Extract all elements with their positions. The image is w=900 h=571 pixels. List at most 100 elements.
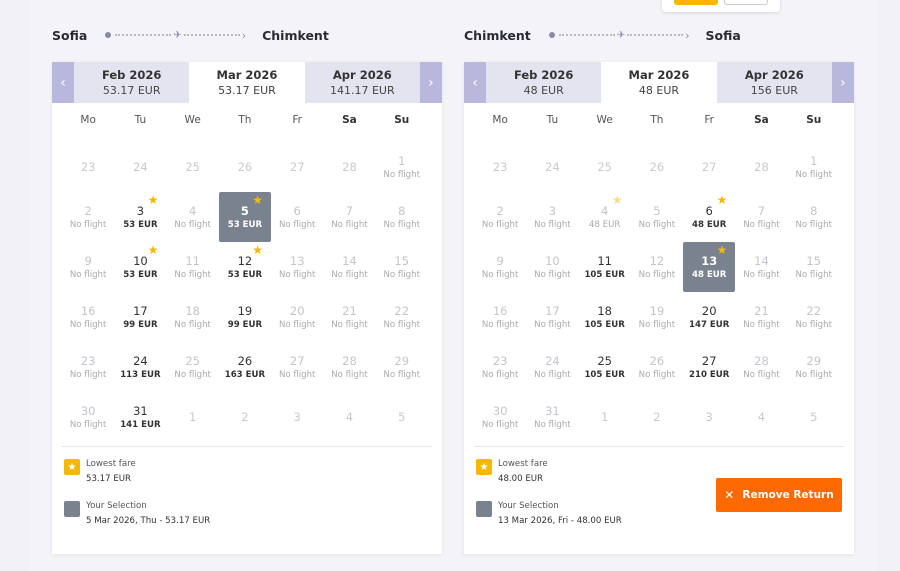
plane-icon: ✈ (173, 29, 182, 41)
day-number: 27 (289, 159, 305, 174)
return-destination: Sofia (705, 27, 741, 43)
day-cell[interactable]: 18 105 EUR (579, 292, 631, 342)
day-cell[interactable]: 17 99 EUR (114, 292, 166, 342)
day-cell: 3 (271, 392, 323, 442)
route-start-dot-icon (548, 32, 555, 38)
day-cell[interactable]: 10 53 EUR ★ (114, 242, 166, 292)
day-fare: No flight (534, 419, 571, 430)
day-cell[interactable]: 24 113 EUR (114, 342, 166, 392)
day-number: 31 (133, 403, 148, 418)
day-fare: No flight (534, 319, 571, 330)
route-start-dot-icon (105, 32, 112, 38)
day-fare: No flight (795, 369, 832, 380)
remove-return-button[interactable]: ✕ Remove Return (716, 478, 842, 512)
month-tab-feb[interactable]: Feb 2026 48 EUR (486, 62, 602, 103)
route-dotted-line (115, 34, 172, 36)
return-calendar: ‹ Feb 2026 48 EUR Mar 2026 48 EUR Apr 20… (464, 62, 854, 554)
day-fare: No flight (383, 219, 420, 230)
star-icon: ★ (476, 459, 492, 475)
day-cell: 25 (167, 142, 219, 192)
day-cell: 28 No flight (735, 342, 787, 392)
top-toggle-group (662, 0, 780, 12)
month-tab-feb[interactable]: Feb 2026 53.17 EUR (74, 62, 190, 103)
day-number: 28 (342, 159, 357, 174)
day-number: 1 (601, 409, 609, 424)
day-number: 6 (705, 203, 713, 218)
day-cell: 15 No flight (376, 242, 428, 292)
day-fare: 141 EUR (120, 419, 161, 430)
day-cell[interactable]: 20 147 EUR (683, 292, 735, 342)
outbound-calendar: ‹ Feb 2026 53.17 EUR Mar 2026 53.17 EUR … (52, 62, 442, 554)
day-cell: 22 No flight (788, 292, 840, 342)
day-cell: 13 No flight (271, 242, 323, 292)
day-fare: No flight (174, 319, 211, 330)
day-cell[interactable]: 19 99 EUR (219, 292, 271, 342)
month-price: 141.17 EUR (330, 83, 395, 97)
selected-day-cell[interactable]: 13 48 EUR ★ (683, 242, 736, 292)
day-fare: 99 EUR (123, 319, 158, 330)
day-number: 8 (398, 203, 406, 218)
day-number: 2 (653, 409, 661, 424)
day-cell[interactable]: 4 48 EUR ★ (579, 192, 631, 242)
outbound-destination: Chimkent (262, 27, 329, 43)
day-cell: 27 (683, 142, 735, 192)
day-fare: No flight (174, 369, 211, 380)
month-price: 156 EUR (750, 83, 798, 97)
day-cell[interactable]: 3 53 EUR ★ (114, 192, 166, 242)
day-number: 28 (342, 353, 357, 368)
day-number: 25 (185, 353, 200, 368)
prev-month-button[interactable]: ‹ (52, 62, 74, 103)
day-cell: 24 (526, 142, 578, 192)
day-cell: 28 (735, 142, 787, 192)
toggle-option-active[interactable] (674, 0, 718, 5)
day-cell: 24 (114, 142, 166, 192)
day-number: 1 (189, 409, 197, 424)
day-number: 13 (289, 253, 305, 268)
route-dotted-line (558, 34, 615, 36)
weekday-label: Tu (134, 114, 147, 126)
day-cell[interactable]: 11 105 EUR (579, 242, 631, 292)
day-cell[interactable]: 27 210 EUR (683, 342, 735, 392)
day-fare: No flight (69, 269, 107, 280)
selection-swatch-icon (476, 501, 492, 517)
prev-month-button[interactable]: ‹ (464, 62, 486, 103)
toggle-option-inactive[interactable] (724, 0, 768, 5)
legend-title: Your Selection (498, 501, 559, 511)
day-number: 24 (133, 159, 148, 174)
weekday-label: Su (806, 114, 822, 126)
day-number: 7 (345, 203, 354, 218)
selection-swatch-icon (64, 501, 80, 517)
day-cell: 22 No flight (376, 292, 428, 342)
month-tab-mar[interactable]: Mar 2026 48 EUR (601, 62, 717, 103)
day-number: 25 (597, 159, 612, 174)
star-icon: ★ (147, 193, 159, 207)
weekday-label: We (184, 114, 201, 126)
day-cell: 15 No flight (788, 242, 840, 292)
day-cell: 23 (474, 142, 526, 192)
day-cell[interactable]: 26 163 EUR (219, 342, 271, 392)
day-number: 30 (80, 403, 96, 418)
day-cell: 18 No flight (167, 292, 219, 342)
weekday-label: Tu (546, 114, 559, 126)
month-tab-apr[interactable]: Apr 2026 156 EUR (716, 62, 832, 103)
month-tab-mar[interactable]: Mar 2026 53.17 EUR (189, 62, 305, 103)
day-cell[interactable]: 12 53 EUR ★ (219, 242, 271, 292)
day-number: 26 (237, 159, 253, 174)
weekday-label: Su (394, 114, 410, 126)
next-month-button[interactable]: › (419, 62, 442, 103)
day-number: 3 (136, 203, 145, 218)
month-tab-apr[interactable]: Apr 2026 141.17 EUR (304, 62, 420, 103)
divider (474, 446, 844, 447)
day-number: 17 (545, 303, 560, 318)
day-fare: No flight (534, 269, 571, 280)
day-number: 26 (649, 353, 665, 368)
day-number: 20 (701, 303, 717, 318)
day-fare: 53 EUR (227, 269, 263, 280)
day-cell: 14 No flight (323, 242, 375, 292)
selected-day-cell[interactable]: 5 53 EUR ★ (218, 192, 272, 242)
next-month-button[interactable]: › (831, 62, 854, 103)
day-cell[interactable]: 25 105 EUR (579, 342, 631, 392)
day-number: 5 (398, 409, 406, 424)
day-cell[interactable]: 31 141 EUR (114, 392, 166, 442)
day-cell[interactable]: 6 48 EUR ★ (683, 192, 735, 242)
